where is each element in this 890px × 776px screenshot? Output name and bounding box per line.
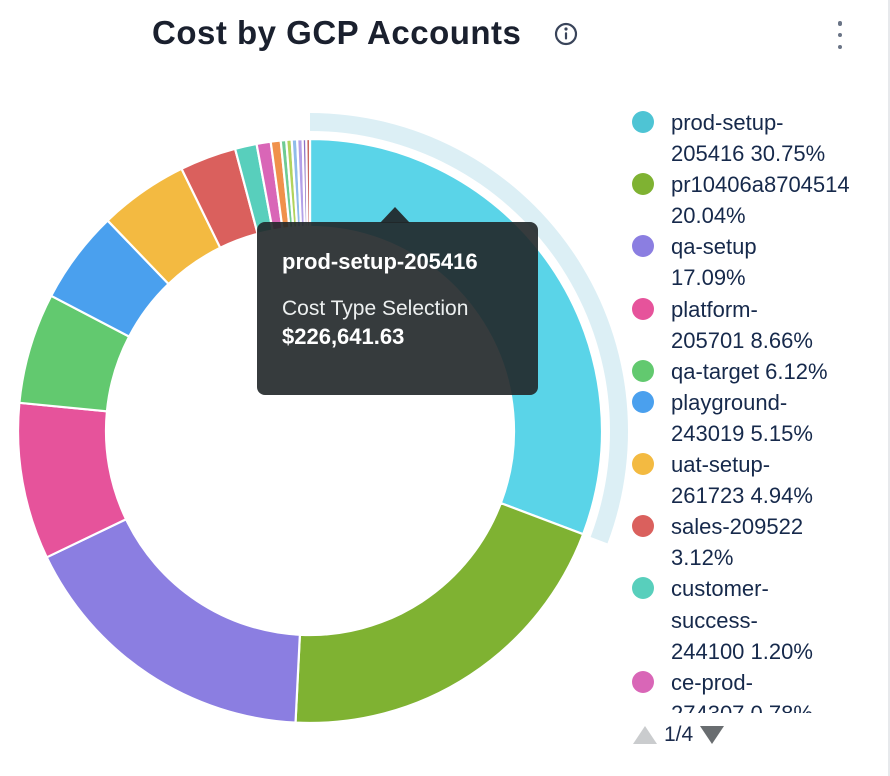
legend-line: qa-target 6.12% (671, 356, 828, 387)
chart-tooltip: prod-setup-205416 Cost Type Selection $2… (257, 222, 538, 395)
legend-dot (632, 577, 654, 599)
legend-line: prod-setup- (671, 107, 825, 138)
legend-page-down-icon[interactable] (700, 726, 724, 744)
legend-item[interactable]: customer-success-244100 1.20% (632, 573, 888, 666)
legend-line: qa-setup (671, 231, 757, 262)
legend-line: pr10406a8704514 (671, 169, 850, 200)
legend-pagination: 1/4 (633, 723, 724, 747)
legend-page-label: 1/4 (664, 723, 693, 747)
info-icon-glyph (554, 22, 578, 46)
legend-label: sales-2095223.12% (671, 511, 803, 573)
cost-by-gcp-accounts-card: Cost by GCP Accounts prod-setup-205416 C… (0, 0, 890, 776)
donut-chart[interactable] (0, 90, 640, 730)
legend-page-up-icon[interactable] (633, 726, 657, 744)
legend-dot (632, 671, 654, 693)
legend-label: qa-target 6.12% (671, 356, 828, 387)
kebab-dot (838, 45, 843, 50)
page-title: Cost by GCP Accounts (152, 14, 521, 52)
legend-label: customer-success-244100 1.20% (671, 573, 813, 666)
donut-slice-qa-setup[interactable] (47, 519, 300, 722)
legend-item[interactable]: pr10406a870451420.04% (632, 169, 888, 231)
legend-dot (632, 235, 654, 257)
legend-item[interactable]: prod-setup-205416 30.75% (632, 107, 888, 169)
kebab-dot (838, 33, 843, 38)
legend-line: uat-setup- (671, 449, 813, 480)
legend-item[interactable]: playground-243019 5.15% (632, 387, 888, 449)
legend-line: 261723 4.94% (671, 480, 813, 511)
donut-slice-unlabeled[interactable] (306, 139, 310, 227)
legend-list: prod-setup-205416 30.75% pr10406a8704514… (632, 107, 888, 713)
legend-dot (632, 360, 654, 382)
legend-line: sales-209522 (671, 511, 803, 542)
legend-line: 205701 8.66% (671, 325, 813, 356)
legend-line: success- (671, 605, 813, 636)
legend-line: customer- (671, 573, 813, 604)
legend-item[interactable]: platform-205701 8.66% (632, 294, 888, 356)
legend-item[interactable]: uat-setup-261723 4.94% (632, 449, 888, 511)
legend-line: 205416 30.75% (671, 138, 825, 169)
tooltip-label: Cost Type Selection (282, 297, 513, 321)
kebab-dot (838, 21, 843, 26)
tooltip-value: $226,641.63 (282, 324, 513, 350)
legend-line: 20.04% (671, 200, 850, 231)
legend-item[interactable]: ce-prod-274307 0.78% (632, 667, 888, 713)
legend-label: ce-prod-274307 0.78% (671, 667, 813, 713)
legend-line: ce-prod- (671, 667, 813, 698)
legend-line: 274307 0.78% (671, 698, 813, 713)
legend-label: playground-243019 5.15% (671, 387, 813, 449)
legend-dot (632, 391, 654, 413)
legend-label: pr10406a870451420.04% (671, 169, 850, 231)
legend-label: uat-setup-261723 4.94% (671, 449, 813, 511)
legend-label: prod-setup-205416 30.75% (671, 107, 825, 169)
legend-line: 17.09% (671, 262, 757, 293)
tooltip-arrow (380, 207, 410, 223)
info-icon[interactable] (554, 22, 578, 46)
legend-line: 244100 1.20% (671, 636, 813, 667)
tooltip-title: prod-setup-205416 (282, 249, 513, 274)
legend-line: playground- (671, 387, 813, 418)
legend-dot (632, 298, 654, 320)
legend-dot (632, 515, 654, 537)
legend-item[interactable]: qa-setup17.09% (632, 231, 888, 293)
legend-label: platform-205701 8.66% (671, 294, 813, 356)
legend-label: qa-setup17.09% (671, 231, 757, 293)
legend-dot (632, 173, 654, 195)
legend-item[interactable]: qa-target 6.12% (632, 356, 888, 387)
legend-line: platform- (671, 294, 813, 325)
legend-line: 243019 5.15% (671, 418, 813, 449)
legend-item[interactable]: sales-2095223.12% (632, 511, 888, 573)
legend-line: 3.12% (671, 542, 803, 573)
legend-dot (632, 111, 654, 133)
donut-slice-pr10406a8704514[interactable] (296, 503, 584, 723)
legend-dot (632, 453, 654, 475)
kebab-menu-icon[interactable] (833, 20, 847, 50)
